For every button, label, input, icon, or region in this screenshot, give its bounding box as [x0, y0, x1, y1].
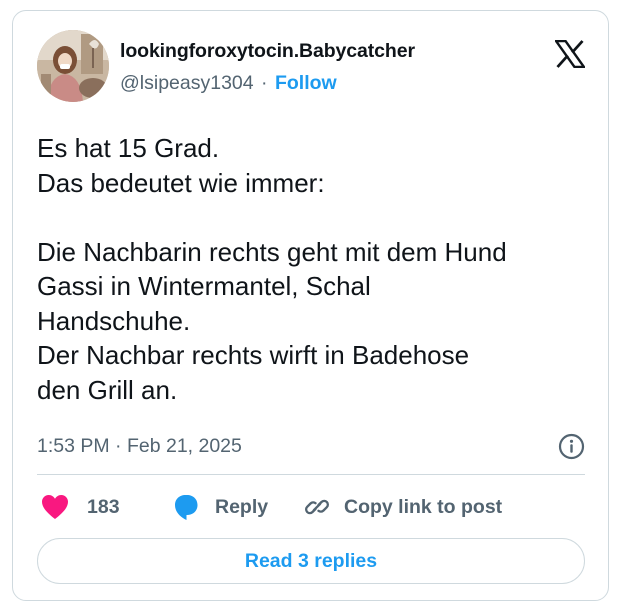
- separator: ·: [261, 72, 268, 94]
- tweet-header: lookingforoxytocin.Babycatcher @lsipeasy…: [37, 30, 585, 102]
- avatar[interactable]: [37, 30, 109, 102]
- handle-row: @lsipeasy1304 · Follow: [120, 71, 415, 95]
- timestamp[interactable]: 1:53 PM · Feb 21, 2025: [37, 435, 242, 457]
- link-icon: [305, 499, 329, 515]
- divider: [37, 474, 585, 475]
- like-count: 183: [87, 495, 120, 518]
- follow-button[interactable]: Follow: [275, 72, 337, 94]
- reply-button[interactable]: Reply: [172, 492, 268, 522]
- tweet-line: Es hat 15 Grad.: [37, 133, 220, 163]
- action-bar: 183 Reply Copy link to post: [37, 492, 585, 522]
- tweet-text: Es hat 15 Grad. Das bedeutet wie immer: …: [37, 131, 597, 407]
- tweet-card: lookingforoxytocin.Babycatcher @lsipeasy…: [12, 10, 609, 601]
- read-replies-button[interactable]: Read 3 replies: [37, 538, 585, 584]
- info-icon[interactable]: [558, 433, 585, 460]
- display-name[interactable]: lookingforoxytocin.Babycatcher: [120, 39, 415, 63]
- heart-icon: [42, 495, 68, 519]
- tweet-line: Der Nachbar rechts wirft in Badehose: [37, 340, 470, 370]
- tweet-line: Die Nachbarin rechts geht mit dem Hund: [37, 236, 507, 267]
- copy-link-button[interactable]: Copy link to post: [303, 492, 502, 522]
- copy-link-label: Copy link to post: [344, 495, 503, 518]
- reply-bubble-icon: [175, 495, 198, 520]
- tweet-line: den Grill an.: [37, 374, 178, 405]
- handle[interactable]: @lsipeasy1304: [120, 72, 254, 94]
- tweet-line: [37, 200, 597, 235]
- tweet-meta: 1:53 PM · Feb 21, 2025: [37, 432, 585, 460]
- x-logo-icon[interactable]: [555, 40, 585, 68]
- tweet-line: Handschuhe.: [37, 305, 191, 336]
- tweet-line: Gassi in Wintermantel, Schal: [37, 271, 371, 301]
- tweet-line: Das bedeutet wie immer:: [37, 167, 325, 198]
- avatar-photo-icon: [37, 30, 109, 102]
- author-names: lookingforoxytocin.Babycatcher @lsipeasy…: [120, 39, 415, 95]
- reply-label: Reply: [215, 495, 269, 518]
- like-button[interactable]: 183: [41, 492, 120, 522]
